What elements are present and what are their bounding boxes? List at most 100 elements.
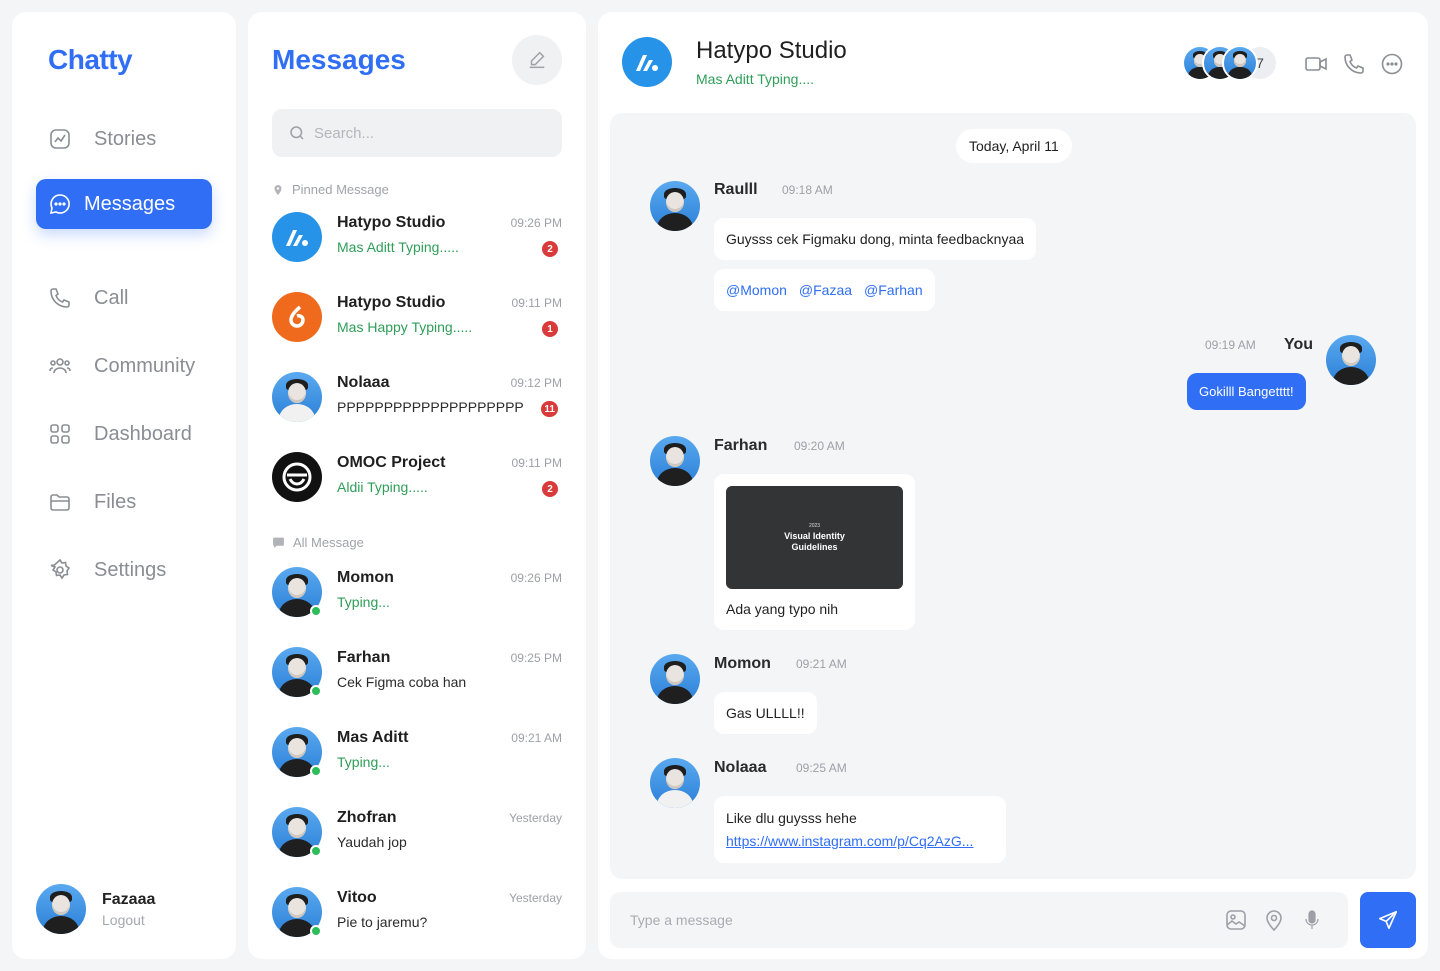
avatar bbox=[272, 807, 322, 857]
message-input[interactable] bbox=[630, 892, 1190, 948]
image-year: 2023 bbox=[808, 522, 821, 529]
unread-badge: 2 bbox=[542, 481, 558, 497]
nav-item-call[interactable]: Call bbox=[36, 273, 212, 323]
conversation-time: 09:26 PM bbox=[510, 571, 562, 585]
logout-link[interactable]: Logout bbox=[102, 912, 155, 928]
conversation-name: Hatypo Studio bbox=[337, 294, 446, 311]
avatar[interactable] bbox=[650, 436, 700, 486]
conversation-preview: Typing... bbox=[337, 754, 390, 770]
conversation-time: 09:11 PM bbox=[511, 296, 562, 310]
conversation-item[interactable]: Mas Aditt Typing... 09:21 AM bbox=[272, 727, 562, 787]
conversation-name: Hatypo Studio bbox=[337, 214, 446, 231]
message-time: 09:19 AM bbox=[1205, 338, 1256, 352]
nav-item-stories[interactable]: Stories bbox=[36, 114, 212, 164]
mention-link[interactable]: @Fazaa bbox=[799, 282, 852, 298]
nav-label: Stories bbox=[94, 127, 157, 150]
conversation-item[interactable]: Nolaaa PPPPPPPPPPPPPPPPPPPP 09:12 PM 11 bbox=[272, 372, 562, 432]
page-title: Messages bbox=[272, 44, 406, 75]
nav-label: Community bbox=[94, 354, 196, 377]
avatar bbox=[272, 567, 322, 617]
search-input[interactable] bbox=[314, 124, 544, 142]
message-time: 09:20 AM bbox=[794, 439, 845, 453]
conversation-item[interactable]: Hatypo Studio Mas Happy Typing..... 09:1… bbox=[272, 292, 562, 352]
image-attachment[interactable]: 2023 Visual Identity Guidelines bbox=[726, 486, 903, 589]
chat-title: Hatypo Studio bbox=[696, 37, 847, 64]
edit-icon bbox=[529, 51, 545, 69]
user-name: Fazaaa bbox=[102, 890, 156, 908]
conversation-name: Farhan bbox=[337, 649, 391, 666]
conversation-item[interactable]: Vitoo Pie to jaremu? Yesterday bbox=[272, 887, 562, 947]
conversation-item[interactable]: Hatypo Studio Mas Aditt Typing..... 09:2… bbox=[272, 212, 562, 272]
avatar[interactable] bbox=[1326, 335, 1376, 385]
message-thread: Today, April 11 Raulll 09:18 AM Guysss c… bbox=[610, 113, 1416, 879]
pinned-section-label: Pinned Message bbox=[272, 182, 389, 197]
conversation-item[interactable]: Farhan Cek Figma coba han 09:25 PM bbox=[272, 647, 562, 707]
conversation-preview: Pie to jaremu? bbox=[337, 914, 428, 930]
link-message: Like dlu guysss hehe https://www.instagr… bbox=[714, 796, 1006, 863]
avatar bbox=[272, 372, 322, 422]
message-link[interactable]: https://www.instagram.com/p/Cq2AzG... bbox=[726, 833, 973, 849]
search-icon bbox=[290, 126, 304, 140]
message-time: 09:18 AM bbox=[782, 183, 833, 197]
conversation-preview: Mas Happy Typing..... bbox=[337, 319, 473, 335]
all-section-label: All Message bbox=[272, 535, 364, 550]
more-options-icon[interactable] bbox=[1380, 52, 1404, 76]
conversation-name: Mas Aditt bbox=[337, 729, 409, 746]
conversation-name: OMOC Project bbox=[337, 454, 446, 471]
image-icon[interactable] bbox=[1224, 908, 1248, 932]
send-button[interactable] bbox=[1360, 892, 1416, 948]
app-logo: Chatty bbox=[48, 44, 133, 75]
typing-status: Mas Aditt Typing.... bbox=[696, 71, 815, 87]
avatar bbox=[272, 887, 322, 937]
avatar[interactable] bbox=[650, 758, 700, 808]
date-separator: Today, April 11 bbox=[956, 129, 1072, 163]
video-call-icon[interactable] bbox=[1304, 52, 1328, 76]
nav-label: Settings bbox=[94, 558, 167, 581]
conversation-item[interactable]: Zhofran Yaudah jop Yesterday bbox=[272, 807, 562, 867]
compose-button[interactable] bbox=[512, 35, 562, 85]
nav-item-files[interactable]: Files bbox=[36, 477, 212, 527]
group-avatar[interactable] bbox=[622, 37, 672, 87]
avatar[interactable] bbox=[650, 181, 700, 231]
mention-link[interactable]: @Farhan bbox=[864, 282, 923, 298]
message-icon bbox=[273, 537, 284, 548]
nav-item-messages[interactable]: Messages bbox=[36, 179, 212, 229]
image-title: Visual Identity Guidelines bbox=[784, 530, 845, 552]
nav-item-dashboard[interactable]: Dashboard bbox=[36, 409, 212, 459]
microphone-icon[interactable] bbox=[1300, 908, 1324, 932]
grid-icon bbox=[50, 424, 70, 444]
conversation-preview: Typing... bbox=[337, 594, 390, 610]
conversation-item[interactable]: Momon Typing... 09:26 PM bbox=[272, 567, 562, 627]
location-icon[interactable] bbox=[1262, 908, 1286, 932]
nav-item-settings[interactable]: Settings bbox=[36, 545, 212, 595]
conversation-name: Nolaaa bbox=[337, 374, 390, 391]
avatar bbox=[272, 647, 322, 697]
message-time: 09:21 AM bbox=[796, 657, 847, 671]
sender-name: Nolaaa bbox=[714, 759, 767, 776]
nav-label: Dashboard bbox=[94, 422, 192, 445]
hatypo-logo bbox=[272, 212, 322, 262]
folder-icon bbox=[50, 494, 70, 511]
message-bubble-mine: Gokilll Bangetttt! bbox=[1187, 373, 1306, 410]
online-indicator bbox=[310, 845, 322, 857]
phone-icon[interactable] bbox=[1342, 52, 1366, 76]
nav-item-community[interactable]: Community bbox=[36, 341, 212, 391]
avatar[interactable] bbox=[650, 654, 700, 704]
sender-name: Raulll bbox=[714, 181, 758, 198]
member-avatars[interactable]: 7 bbox=[1182, 45, 1278, 81]
send-icon bbox=[1378, 910, 1398, 930]
message-bubble: Gas ULLLL!! bbox=[714, 692, 817, 734]
sender-name: Momon bbox=[714, 655, 771, 672]
users-icon bbox=[49, 358, 71, 374]
image-caption: Ada yang typo nih bbox=[726, 601, 839, 617]
image-message: 2023 Visual Identity Guidelines Ada yang… bbox=[714, 474, 915, 630]
conversation-preview: Cek Figma coba han bbox=[337, 674, 467, 690]
mention-link[interactable]: @Momon bbox=[726, 282, 787, 298]
conversation-time: 09:12 PM bbox=[510, 376, 562, 390]
hatypo-logo bbox=[636, 55, 658, 71]
unread-badge: 11 bbox=[541, 401, 558, 417]
omoc-logo bbox=[272, 452, 322, 502]
avatar[interactable] bbox=[36, 884, 86, 934]
conversation-item[interactable]: OMOC Project Aldii Typing..... 09:11 PM … bbox=[272, 452, 562, 512]
online-indicator bbox=[310, 925, 322, 937]
